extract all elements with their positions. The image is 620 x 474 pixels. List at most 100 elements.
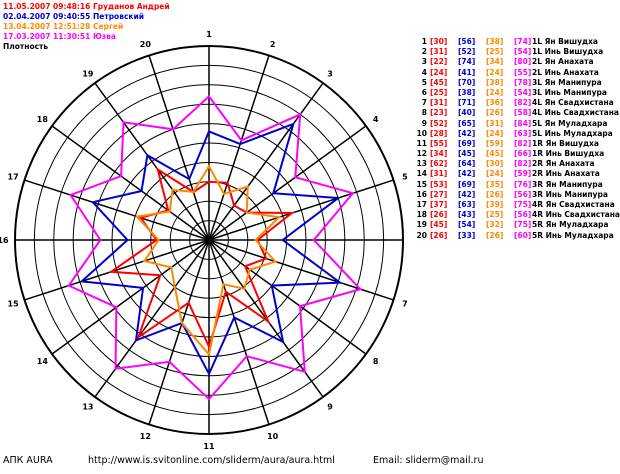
channel-value: [31]: [486, 118, 504, 128]
channel-value: [31]: [430, 98, 448, 108]
channel-value: [82]: [514, 98, 532, 108]
axis-label: 3: [327, 69, 333, 78]
channel-value: [60]: [514, 230, 532, 240]
channel-value: [56]: [458, 37, 476, 46]
axis-label: 9: [327, 403, 333, 412]
channel-value: [39]: [486, 200, 504, 209]
grid-spoke: [208, 82, 324, 241]
channel-value: [25]: [430, 87, 448, 97]
channel-value: [71]: [458, 98, 476, 108]
axis-label: 4: [373, 115, 379, 124]
channel-value: [45]: [486, 149, 504, 159]
channel-value: [74]: [458, 57, 476, 67]
channel-value: [58]: [514, 108, 532, 118]
channel-label: 4R Ян Свадхистана: [532, 200, 615, 209]
channel-value: [56]: [514, 210, 532, 220]
channel-index: 17: [416, 200, 427, 209]
channel-index: 6: [421, 87, 427, 97]
radar-chart: 1234567891011121314151617181920: [0, 30, 408, 451]
series-polygon: [134, 164, 282, 357]
channel-value: [74]: [514, 37, 532, 46]
channel-label: 1R Ян Вишудха: [532, 138, 599, 148]
channel-value: [82]: [514, 138, 532, 148]
channel-value: [54]: [514, 47, 532, 57]
channel-value: [75]: [514, 200, 532, 209]
axis-label: 12: [140, 432, 151, 441]
channel-index: 14: [416, 169, 427, 179]
channel-value: [26]: [486, 189, 504, 199]
channel-value: [84]: [514, 118, 532, 128]
axis-label: 19: [82, 69, 94, 78]
channel-value: [24]: [486, 67, 504, 77]
channel-label: 3L Ян Манипура: [532, 77, 602, 87]
channel-value: [62]: [430, 159, 448, 169]
channel-value: [41]: [458, 67, 476, 77]
axis-label: 15: [8, 300, 20, 309]
channel-value: [25]: [486, 210, 504, 220]
channel-value: [55]: [514, 67, 532, 77]
channel-value: [31]: [430, 47, 448, 57]
axis-label: 20: [140, 40, 152, 49]
channel-value: [31]: [430, 169, 448, 179]
channel-value: [82]: [514, 159, 532, 169]
footer-url-link[interactable]: http://www.is.svitonline.com/sliderm/aur…: [88, 455, 335, 467]
axis-label: 17: [8, 172, 19, 181]
channel-value: [24]: [486, 128, 504, 138]
channel-value: [22]: [430, 57, 448, 67]
axis-label: 5: [402, 172, 408, 181]
channel-value: [45]: [430, 77, 448, 87]
channel-value: [54]: [514, 87, 532, 97]
footer-app-name: АПК AURA: [3, 455, 53, 466]
channel-value: [34]: [486, 57, 504, 67]
channel-label: 3R Ян Манипура: [532, 179, 603, 189]
channel-value: [78]: [514, 77, 532, 87]
channel-value: [52]: [430, 118, 448, 128]
channel-value: [37]: [430, 200, 448, 209]
channel-label: 2R Ян Анахата: [532, 159, 595, 169]
channel-value: [36]: [486, 98, 504, 108]
channel-value: [26]: [486, 230, 504, 240]
channel-value: [24]: [486, 169, 504, 179]
channel-value: [42]: [458, 189, 476, 199]
channel-index: 7: [421, 98, 427, 108]
grid-spoke: [94, 82, 210, 241]
center-dot: [205, 236, 213, 244]
channel-label: 1L Инь Вишудха: [532, 47, 604, 57]
channel-label: 3L Инь Манипура: [532, 87, 607, 97]
channel-value: [59]: [514, 169, 532, 179]
channel-value: [80]: [514, 57, 532, 67]
channel-index: 16: [416, 189, 427, 199]
channel-label: 4R Инь Свадхистана: [532, 210, 620, 220]
channel-label: 2L Инь Анахата: [532, 67, 599, 77]
channel-value: [69]: [458, 179, 476, 189]
channel-index: 2: [421, 47, 427, 57]
axis-label: 13: [82, 403, 93, 412]
channel-value: [45]: [458, 149, 476, 159]
channel-index: 5: [421, 77, 427, 87]
channel-value: [42]: [458, 128, 476, 138]
axis-label: 11: [203, 442, 215, 451]
channel-label: 2L Ян Анахата: [532, 57, 594, 67]
channel-value: [70]: [458, 77, 476, 87]
footer-email-link[interactable]: Email: sliderm@mail.ru: [373, 455, 483, 467]
channel-value: [63]: [514, 128, 532, 138]
channel-value: [33]: [458, 230, 476, 240]
channel-value: [24]: [430, 67, 448, 77]
channel-label: 5L Ян Муладхара: [532, 118, 608, 128]
channel-index: 11: [416, 138, 427, 148]
channel-value: [28]: [430, 128, 448, 138]
channel-value: [54]: [458, 220, 476, 230]
channel-index: 19: [416, 220, 427, 230]
channel-value: [24]: [486, 87, 504, 97]
channel-value: [38]: [486, 77, 504, 87]
channel-label: 5L Инь Муладхара: [532, 128, 613, 138]
channel-value: [26]: [430, 210, 448, 220]
channel-index: 9: [421, 118, 427, 128]
channel-value: [23]: [430, 108, 448, 118]
channel-value: [26]: [430, 230, 448, 240]
channel-value: [25]: [486, 47, 504, 57]
channel-value: [27]: [430, 189, 448, 199]
channel-value: [38]: [486, 37, 504, 46]
channel-value: [45]: [430, 220, 448, 230]
axis-label: 2: [270, 40, 276, 49]
